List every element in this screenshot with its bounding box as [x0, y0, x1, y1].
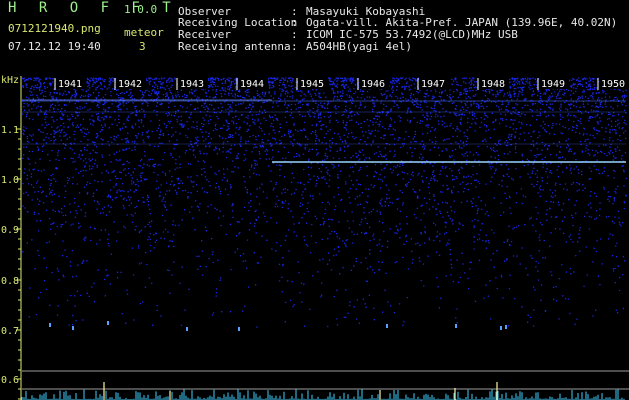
time-tick-label: 1949 [541, 79, 565, 90]
signal-strength-bars [21, 389, 625, 400]
meteor-echo [505, 325, 507, 329]
antenna-colon: : [291, 40, 298, 53]
file-name: 0712121940.png [8, 22, 101, 35]
meteor-label: meteor [124, 26, 164, 39]
meteor-echo [49, 323, 51, 327]
time-tick-label: 1944 [240, 79, 264, 90]
time-tick-label: 1947 [421, 79, 445, 90]
noise-field [22, 77, 628, 328]
header-panel: H R O F F T 1.0.0 0712121940.png 07.12.1… [0, 0, 629, 74]
time-tick-label: 1942 [118, 79, 142, 90]
file-datetime: 07.12.12 19:40 [8, 40, 101, 53]
app-version: 1.0.0 [124, 3, 158, 16]
time-tick-label: 1950 [601, 79, 625, 90]
y-tick-label: 0.6 [1, 375, 19, 386]
meteor-echo [72, 326, 74, 330]
y-tick-label: 0.8 [1, 276, 19, 287]
time-tick-label: 1941 [58, 79, 82, 90]
time-tick-label: 1948 [481, 79, 505, 90]
meteor-echo [386, 324, 388, 328]
time-tick-label: 1946 [361, 79, 385, 90]
meteor-echo [107, 321, 109, 325]
meteor-count: 3 [139, 40, 146, 53]
y-unit-label: kHz [1, 75, 19, 86]
y-tick-label: 1.0 [1, 175, 19, 186]
antenna-value: A504HB(yagi 4el) [306, 40, 412, 53]
antenna-key: Receiving antenna [178, 40, 291, 53]
y-tick-label: 0.7 [1, 326, 19, 337]
spectrogram-plot: 1.1 1.0 0.9 0.8 0.7 0.6 kHz 1941 1942 1943 1944 194… [1, 75, 629, 400]
meteor-echo [500, 326, 502, 330]
meteor-echo [455, 324, 457, 328]
meteor-echo [186, 327, 188, 331]
y-tick-label: 1.1 [1, 125, 19, 136]
meteor-echo [238, 327, 240, 331]
time-tick-label: 1945 [300, 79, 324, 90]
time-tick-label: 1943 [180, 79, 204, 90]
y-tick-label: 0.9 [1, 225, 19, 236]
